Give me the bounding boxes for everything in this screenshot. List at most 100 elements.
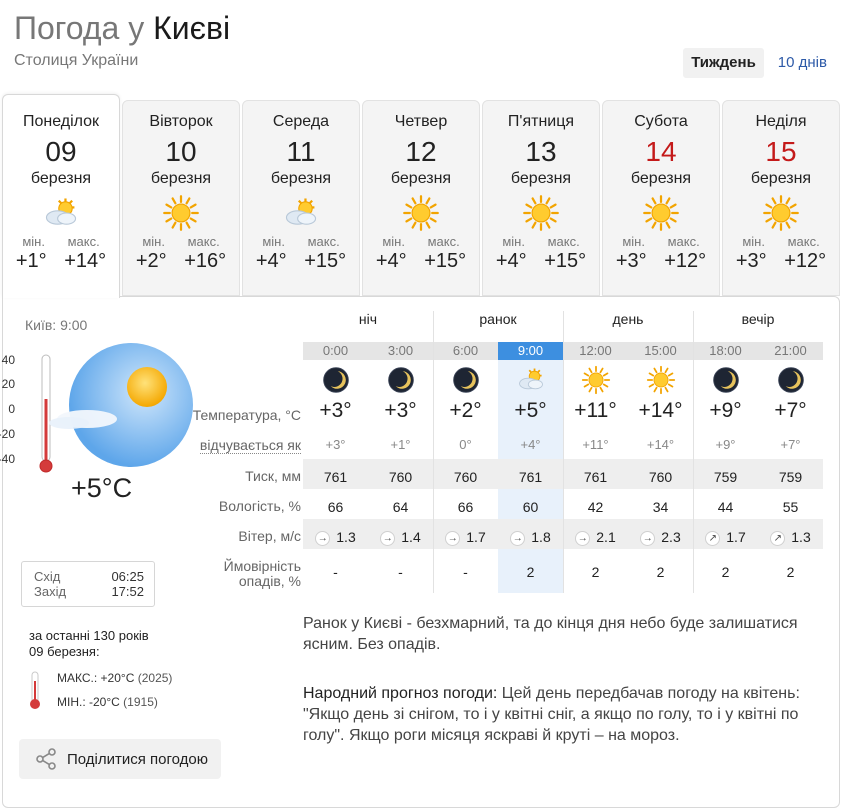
sun-icon xyxy=(628,365,693,399)
wind-speed: 1.3 xyxy=(791,529,811,545)
hour-label: 21:00 xyxy=(774,343,807,358)
hour-label: 18:00 xyxy=(709,343,742,358)
day-tab[interactable]: Четвер 12 березня мін. макс. +4° +15° xyxy=(362,100,480,296)
history-max-year: (2025) xyxy=(137,671,173,685)
hour-precip: - xyxy=(333,564,338,580)
hour-wind: → 1.7 xyxy=(433,529,498,546)
wind-speed: 1.3 xyxy=(336,529,356,545)
day-month: березня xyxy=(270,170,332,187)
hour-precip: 2 xyxy=(526,564,535,580)
day-tab[interactable]: Понеділок 09 березня мін. макс. +1° +14° xyxy=(2,94,120,298)
wind-direction-icon: ↗ xyxy=(770,530,786,546)
hour-wind: → 1.8 xyxy=(498,529,563,546)
history-min-value: -20°C xyxy=(89,695,120,709)
day-detail-panel: Київ: 9:00 40 20 0 -20 -40 xyxy=(0,296,840,808)
scale-tick: -20 xyxy=(0,427,15,441)
row-label-temperature: Температура, °C xyxy=(192,407,301,423)
max-label: макс. xyxy=(427,234,460,249)
day-name: Вівторок xyxy=(149,113,213,130)
hour-pressure: 761 xyxy=(323,469,348,485)
range-switch: Тиждень 10 днів xyxy=(677,48,835,78)
hour-wind: → 1.4 xyxy=(368,529,433,546)
day-number: 12 xyxy=(405,136,437,167)
hour-wind: ↗ 1.3 xyxy=(758,529,823,546)
day-name: Середа xyxy=(272,113,330,130)
day-month: березня xyxy=(630,170,692,187)
day-tab[interactable]: Неділя 15 березня мін. макс. +3° +12° xyxy=(722,100,840,296)
row-label-humidity: Вологість, % xyxy=(218,498,301,514)
row-label-feels-like[interactable]: відчувається як xyxy=(199,438,301,454)
history-thermometer-icon xyxy=(30,671,40,709)
day-summary: Ранок у Києві - безхмарний, та до кінця … xyxy=(303,615,798,653)
day-name: Понеділок xyxy=(22,113,100,130)
day-name: Неділя xyxy=(755,113,807,130)
hour-temperature: +14° xyxy=(638,399,683,422)
sun-icon xyxy=(759,194,803,232)
max-temp: +15° xyxy=(424,250,467,272)
day-month: березня xyxy=(390,170,452,187)
day-tab[interactable]: Вівторок 10 березня мін. макс. +2° +16° xyxy=(122,100,240,296)
wind-speed: 1.7 xyxy=(466,529,486,545)
hour-label: 12:00 xyxy=(579,343,612,358)
hour-label: 15:00 xyxy=(644,343,677,358)
min-label: мін. xyxy=(22,234,45,249)
wind-direction-icon: → xyxy=(575,530,591,546)
history-title-line1: за останні 130 років xyxy=(29,628,149,643)
title-prep: у xyxy=(128,10,145,46)
day-tab[interactable]: П'ятниця 13 березня мін. макс. +4° +15° xyxy=(482,100,600,296)
current-temperature: +5°C xyxy=(71,473,133,503)
share-weather-label: Поділитися погодою xyxy=(67,750,209,768)
hour-pressure: 760 xyxy=(453,469,478,485)
history-min-label: МІН.: xyxy=(57,695,86,709)
max-label: макс. xyxy=(67,234,100,249)
hour-humidity: 55 xyxy=(782,499,799,515)
period-header: ніч xyxy=(358,311,378,327)
folk-forecast-label: Народний прогноз погоди: xyxy=(303,685,498,702)
max-label: макс. xyxy=(547,234,580,249)
hour-pressure: 760 xyxy=(388,469,413,485)
wind-direction-icon: → xyxy=(315,530,331,546)
hour-temperature: +11° xyxy=(574,399,617,422)
share-weather-button[interactable]: Поділитися погодою xyxy=(19,739,221,779)
share-icon xyxy=(36,748,56,770)
history-title: за останні 130 років 09 березня: xyxy=(29,628,149,660)
history-max: МАКС.: +20°C (2025) xyxy=(57,671,172,685)
min-label: мін. xyxy=(142,234,165,249)
hour-temperature: +5° xyxy=(514,399,547,422)
min-temp: +3° xyxy=(735,250,767,272)
day-tab[interactable]: Середа 11 березня мін. макс. +4° +15° xyxy=(242,100,360,296)
hour-temperature: +3° xyxy=(384,399,417,422)
sunset-time: 17:52 xyxy=(111,584,144,599)
sun-cloud-icon xyxy=(498,365,563,399)
sunrise-time: 06:25 xyxy=(111,569,144,584)
wind-direction-icon: → xyxy=(380,530,396,546)
max-temp: +15° xyxy=(304,250,347,272)
day-month: березня xyxy=(510,170,572,187)
hour-humidity: 66 xyxy=(457,499,474,515)
day-name: Субота xyxy=(634,113,688,130)
day-name: П'ятниця xyxy=(507,113,575,130)
wind-direction-icon: → xyxy=(445,530,461,546)
period-header: день xyxy=(612,311,644,327)
min-temp: +2° xyxy=(135,250,167,272)
day-tabs: Понеділок 09 березня мін. макс. +1° +14° Вівтор… xyxy=(2,94,840,298)
sun-icon xyxy=(519,194,563,232)
title-city: Києві xyxy=(153,10,231,46)
max-label: макс. xyxy=(307,234,340,249)
range-week-button[interactable]: Тиждень xyxy=(683,48,764,78)
max-label: макс. xyxy=(187,234,220,249)
sun-icon xyxy=(639,194,683,232)
hour-pressure: 761 xyxy=(583,469,608,485)
hour-pressure: 761 xyxy=(518,469,543,485)
history-title-line2: 09 березня: xyxy=(29,644,100,659)
hour-wind: → 2.1 xyxy=(563,529,628,546)
sun-cloud-icon xyxy=(39,194,83,232)
hour-precip: 2 xyxy=(721,564,730,580)
hour-feels-like: 0° xyxy=(459,437,472,452)
min-label: мін. xyxy=(502,234,525,249)
range-10days-link[interactable]: 10 днів xyxy=(770,48,835,78)
page-subtitle: Столиця України xyxy=(14,52,139,69)
day-tab[interactable]: Субота 14 березня мін. макс. +3° +12° xyxy=(602,100,720,296)
row-label-precip-2: опадів, % xyxy=(238,573,301,589)
moon-icon xyxy=(368,365,433,399)
